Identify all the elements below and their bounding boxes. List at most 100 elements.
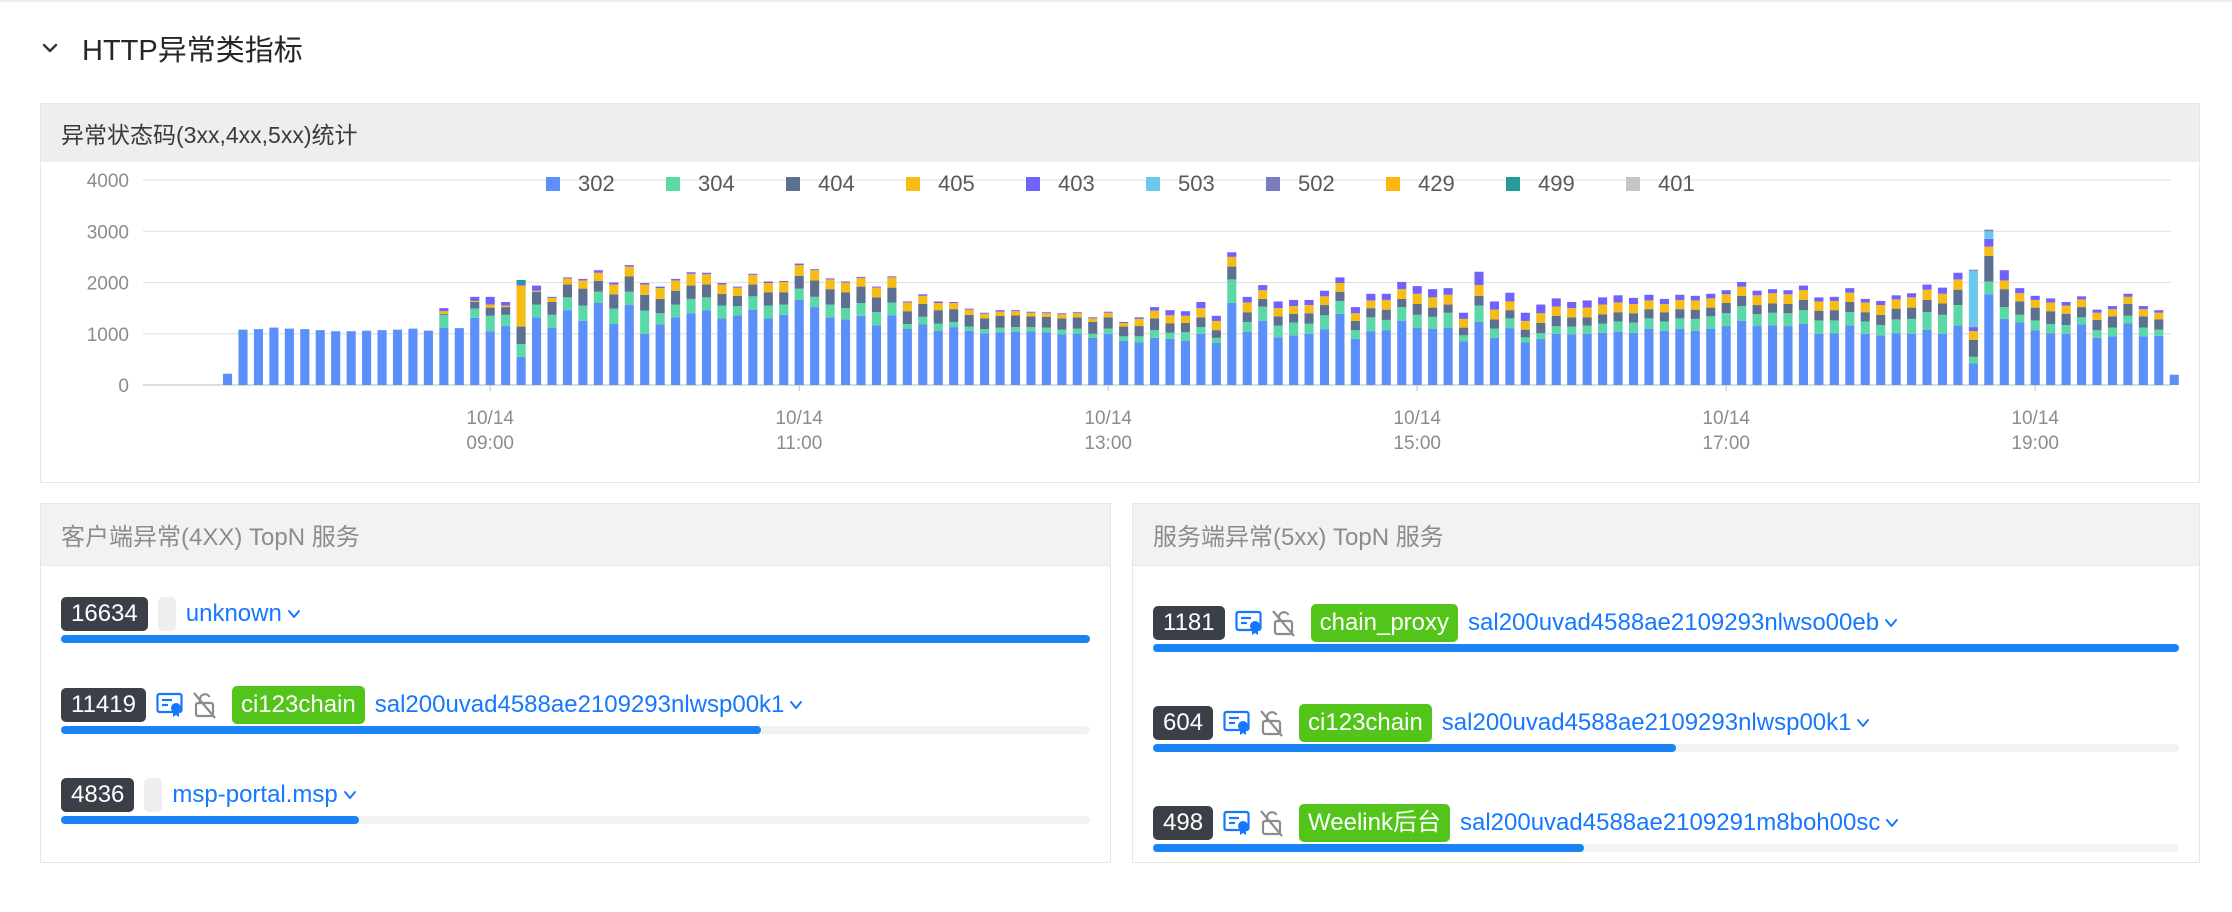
bar-segment-404[interactable] <box>1103 317 1113 329</box>
bar-segment-403[interactable] <box>485 296 495 305</box>
bar-segment-304[interactable] <box>1968 356 1978 364</box>
bar-segment-304[interactable] <box>1690 318 1700 331</box>
bar-segment-404[interactable] <box>1783 304 1793 314</box>
bar-segment-302[interactable] <box>1845 325 1855 385</box>
list-item[interactable]: 11419 ci123chain sal200uvad4588ae2109293nl… <box>61 686 1090 734</box>
bar-segment-403[interactable] <box>1814 297 1824 302</box>
bar-segment-302[interactable] <box>1752 326 1762 385</box>
bar-segment-302[interactable] <box>2030 330 2040 385</box>
bar-segment-403[interactable] <box>516 284 526 286</box>
bar-segment-302[interactable] <box>1613 331 1623 385</box>
bar-segment-404[interactable] <box>1474 295 1484 306</box>
bar-segment-404[interactable] <box>1937 303 1948 315</box>
bar-segment-304[interactable] <box>701 297 712 311</box>
bar-segment-404[interactable] <box>2077 307 2087 318</box>
bar-segment-304[interactable] <box>810 296 820 308</box>
bar-segment-304[interactable] <box>485 315 495 332</box>
bar-segment-302[interactable] <box>1196 333 1206 385</box>
bar-segment-304[interactable] <box>1907 318 1917 334</box>
bar-segment-304[interactable] <box>1165 332 1175 339</box>
bar-segment-403[interactable] <box>1335 277 1345 284</box>
service-link[interactable]: sal200uvad4588ae2109293nlwso00eb <box>1468 609 1879 637</box>
bar-segment-404[interactable] <box>717 293 727 306</box>
bar-segment-404[interactable] <box>1598 314 1608 324</box>
bar-segment-403[interactable] <box>655 286 665 289</box>
bar-segment-302[interactable] <box>2154 335 2164 385</box>
app-tag[interactable]: ci123chain <box>1299 704 1432 742</box>
bar-segment-304[interactable] <box>732 306 742 316</box>
bar-segment-405[interactable] <box>1350 313 1360 321</box>
bar-segment-405[interactable] <box>1737 286 1747 296</box>
bar-segment-403[interactable] <box>1675 294 1685 300</box>
bar-segment-404[interactable] <box>1582 317 1592 326</box>
bar-segment-404[interactable] <box>841 292 851 309</box>
bar-segment-405[interactable] <box>1289 306 1299 314</box>
bar-segment-403[interactable] <box>794 263 804 266</box>
bar-segment-304[interactable] <box>825 304 835 318</box>
legend-item-403[interactable]: 403 <box>1026 171 1095 196</box>
bar-segment-403[interactable] <box>1397 281 1407 290</box>
bar-segment-405[interactable] <box>887 277 897 288</box>
bar-segment-404[interactable] <box>671 290 681 305</box>
bar-segment-304[interactable] <box>1721 313 1731 327</box>
bar-segment-404[interactable] <box>686 285 696 299</box>
legend-item-401[interactable]: 401 <box>1626 171 1695 196</box>
bar-segment-304[interactable] <box>1397 307 1407 321</box>
bar-segment-302[interactable] <box>964 330 974 385</box>
bar-segment-403[interactable] <box>1999 270 2009 281</box>
bar-segment-404[interactable] <box>902 311 912 325</box>
bar-segment-405[interactable] <box>1953 279 1963 290</box>
bar-segment-304[interactable] <box>1088 333 1098 338</box>
bar-segment-304[interactable] <box>2092 330 2102 338</box>
bar-segment-405[interactable] <box>1072 313 1082 318</box>
bar-segment-403[interactable] <box>856 276 866 278</box>
service-link[interactable]: sal200uvad4588ae2109293nlwsp00k1 <box>375 691 785 719</box>
app-tag[interactable]: Weelink后台 <box>1299 804 1450 842</box>
bar-segment-404[interactable] <box>1551 315 1561 327</box>
bar-segment-403[interactable] <box>1598 297 1608 305</box>
bar-segment-405[interactable] <box>1134 318 1144 327</box>
bar-segment-405[interactable] <box>2154 312 2164 320</box>
bar-segment-304[interactable] <box>1999 307 2009 319</box>
bar-segment-304[interactable] <box>2154 329 2164 336</box>
bar-segment-403[interactable] <box>2015 288 2025 294</box>
bar-segment-403[interactable] <box>1196 301 1206 309</box>
bar-segment-405[interactable] <box>1211 320 1221 331</box>
bar-segment-403[interactable] <box>1567 301 1577 309</box>
bar-segment-304[interactable] <box>1459 335 1469 342</box>
bar-segment-302[interactable] <box>1304 333 1314 385</box>
bar-segment-304[interactable] <box>1335 300 1345 314</box>
bar-segment-302[interactable] <box>1180 340 1190 385</box>
bar-segment-403[interactable] <box>1319 290 1330 297</box>
bar-segment-304[interactable] <box>1520 337 1530 343</box>
bar-segment-302[interactable] <box>1690 330 1700 385</box>
bar-segment-404[interactable] <box>1659 312 1669 322</box>
legend-item-499[interactable]: 499 <box>1506 171 1575 196</box>
bar-segment-304[interactable] <box>439 314 449 328</box>
bar-segment-405[interactable] <box>1891 299 1901 309</box>
bar-segment-405[interactable] <box>1428 297 1438 308</box>
bar-segment-405[interactable] <box>1366 300 1376 309</box>
bar-segment-405[interactable] <box>1783 294 1793 305</box>
bar-segment-404[interactable] <box>1381 309 1391 320</box>
bar-segment-404[interactable] <box>1860 312 1870 322</box>
bar-segment-405[interactable] <box>1922 289 1932 300</box>
bar-segment-405[interactable] <box>1644 300 1654 310</box>
bar-segment-304[interactable] <box>887 302 897 316</box>
bar-segment-403[interactable] <box>1582 300 1592 308</box>
bar-segment-404[interactable] <box>1289 313 1299 323</box>
bar-segment-404[interactable] <box>748 284 758 297</box>
bar-segment-403[interactable] <box>995 310 1005 312</box>
bar-segment-404[interactable] <box>1999 289 2009 308</box>
bar-segment-302[interactable] <box>671 317 681 385</box>
bar-segment-304[interactable] <box>1783 313 1793 327</box>
bar-segment-403[interactable] <box>1829 296 1839 301</box>
bar-segment-405[interactable] <box>1829 300 1839 311</box>
bar-segment-405[interactable] <box>1752 295 1762 306</box>
bar-segment-304[interactable] <box>1798 310 1808 325</box>
bar-segment-304[interactable] <box>671 304 681 318</box>
bar-segment-302[interactable] <box>2061 333 2071 385</box>
bar-segment-302[interactable] <box>732 315 742 385</box>
bar-segment-302[interactable] <box>887 315 897 385</box>
bar-segment-304[interactable] <box>501 314 511 327</box>
